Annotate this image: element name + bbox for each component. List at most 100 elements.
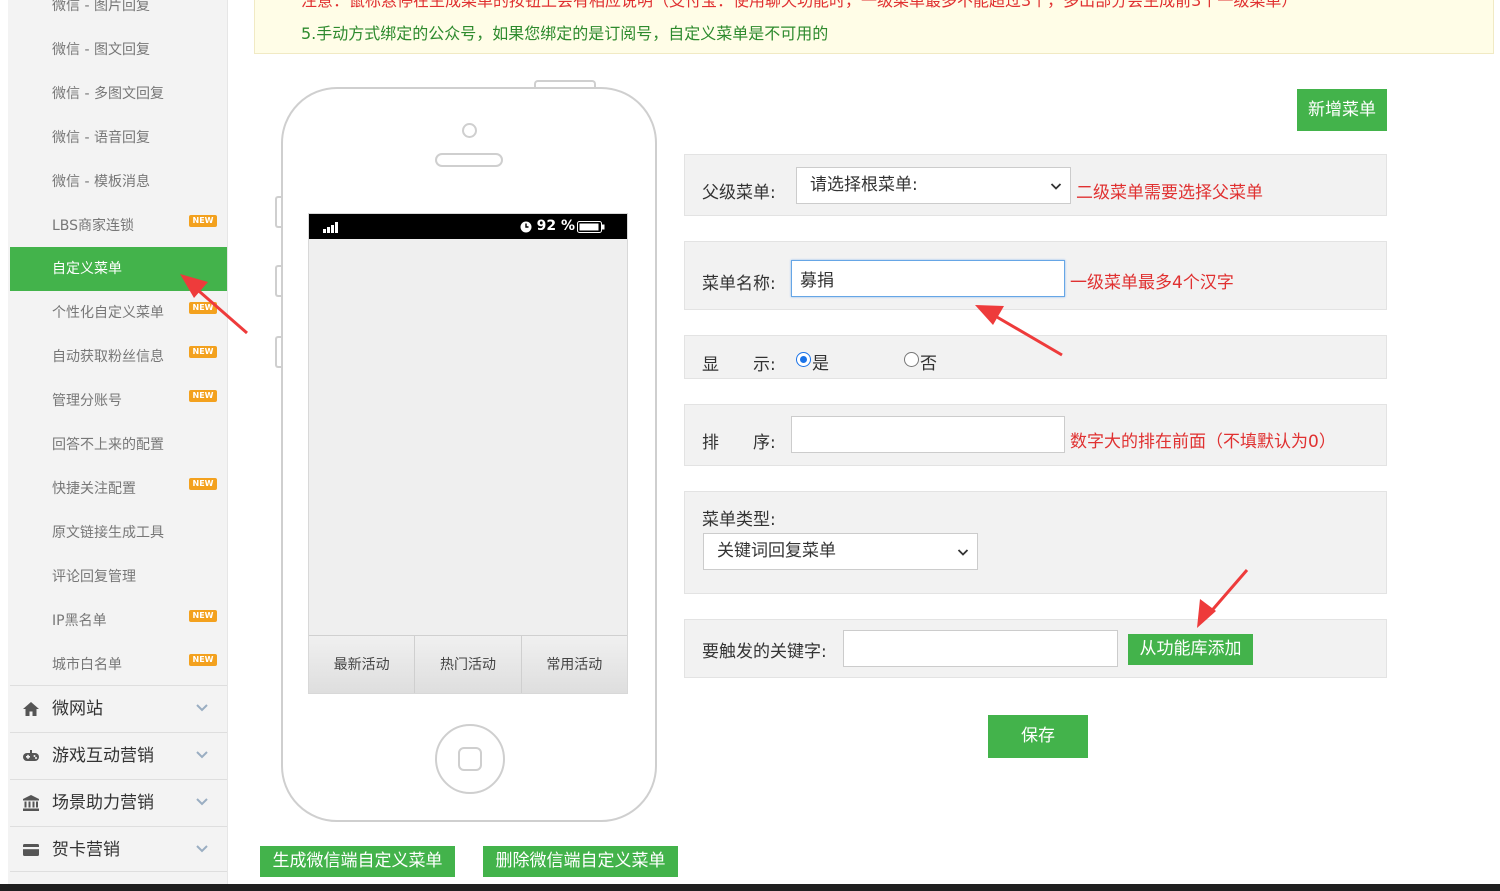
sidebar-item[interactable]: 评论回复管理 (10, 555, 227, 599)
chevron-down-icon (196, 704, 208, 712)
sidebar-item[interactable]: 微信 - 图片回复 (10, 0, 227, 28)
sidebar-item[interactable]: 自动获取粉丝信息 NEW (10, 335, 227, 379)
notice-line: 5.手动方式绑定的公众号，如果您绑定的是订阅号，自定义菜单是不可用的 (301, 24, 829, 43)
parent-menu-select[interactable]: 请选择根菜单: (796, 167, 1071, 204)
chevron-down-icon (196, 751, 208, 759)
menu-name-hint: 一级菜单最多4个汉字 (1070, 273, 1234, 293)
sidebar-item[interactable]: 原文链接生成工具 (10, 511, 227, 555)
parent-menu-hint: 二级菜单需要选择父菜单 (1076, 183, 1263, 203)
chevron-down-icon (1050, 183, 1062, 190)
phone-home-square (458, 747, 482, 771)
sidebar-item[interactable]: 个性化自定义菜单 NEW (10, 291, 227, 335)
phone-status-bar: 92 % (309, 214, 627, 239)
order-hint: 数字大的排在前面（不填默认为0） (1070, 432, 1336, 452)
sidebar-item-label: 城市白名单 (52, 656, 122, 673)
phone-screen: 92 % 最新活动 热门活动 常用活动 (308, 213, 628, 694)
new-badge: NEW (189, 653, 217, 666)
sidebar-group-label: 游戏互动营销 (52, 746, 154, 766)
sidebar-group-game-marketing[interactable]: 游戏互动营销 (10, 732, 227, 778)
sidebar-item[interactable]: IP黑名单 NEW (10, 599, 227, 643)
order-input[interactable] (791, 416, 1065, 453)
sidebar-item-active[interactable]: 自定义菜单 (10, 247, 227, 292)
sidebar-item-label: 个性化自定义菜单 (52, 305, 164, 322)
new-badge: NEW (189, 609, 217, 622)
sidebar-item-label: LBS商家连锁 (52, 217, 135, 234)
phone-menu-item-hot[interactable]: 热门活动 (415, 636, 522, 693)
sidebar-item-label: 微信 - 图文回复 (52, 41, 150, 58)
phone-camera (462, 123, 477, 138)
order-label: 排 序: (702, 433, 776, 453)
new-badge: NEW (189, 214, 217, 227)
new-badge: NEW (189, 390, 217, 403)
signal-icon (323, 222, 338, 233)
sidebar-item[interactable]: 微信 - 模板消息 (10, 160, 227, 204)
display-no-radio[interactable] (904, 352, 919, 367)
sidebar-item-label: 自定义菜单 (52, 261, 122, 278)
battery-icon (577, 221, 605, 233)
sidebar-menu: 微信 - 图片回复 微信 - 图文回复 微信 - 多图文回复 微信 - 语音回复 微信 … (8, 0, 227, 891)
sidebar-item-label: 快捷关注配置 (52, 480, 136, 497)
sidebar-item-label: 回答不上来的配置 (52, 437, 164, 453)
menu-type-select[interactable]: 关键词回复菜单 (703, 533, 978, 570)
new-badge: NEW (189, 477, 217, 490)
phone-menu-item-latest[interactable]: 最新活动 (309, 636, 416, 693)
sidebar-item-label: 微信 - 多图文回复 (52, 85, 164, 102)
sidebar-item[interactable]: 微信 - 语音回复 (10, 116, 227, 160)
sidebar-item-label: 微信 - 图片回复 (52, 0, 150, 14)
display-label: 显 示: (702, 355, 776, 375)
form-row-keyword: 要触发的关键字: 从功能库添加 (684, 619, 1387, 678)
display-no-label: 否 (920, 354, 937, 374)
sidebar-item-label: 原文链接生成工具 (52, 524, 164, 541)
new-badge: NEW (189, 302, 217, 315)
sidebar-group-label: 贺卡营销 (52, 840, 120, 860)
sidebar-item-label: 自动获取粉丝信息 (52, 349, 164, 366)
save-button[interactable]: 保存 (988, 715, 1088, 758)
phone-speaker (435, 153, 503, 167)
sidebar-group-scene-marketing[interactable]: 场景助力营销 (10, 779, 227, 825)
form-row-type: 菜单类型: 关键词回复菜单 (684, 491, 1387, 594)
sidebar-item[interactable]: 快捷关注配置 NEW (10, 467, 227, 511)
sidebar-group-label: 微网站 (52, 699, 103, 719)
generate-wechat-menu-button[interactable]: 生成微信端自定义菜单 (260, 846, 455, 877)
sidebar-item-label: 微信 - 模板消息 (52, 173, 150, 190)
chevron-down-icon (957, 549, 969, 556)
sidebar-item[interactable]: 回答不上来的配置 (10, 423, 227, 467)
parent-menu-label: 父级菜单: (702, 183, 776, 203)
gamepad-icon (23, 750, 39, 761)
sidebar-item-label: 管理分账号 (52, 393, 122, 410)
sidebar-item[interactable]: 城市白名单 NEW (10, 643, 227, 687)
sidebar-item[interactable]: 微信 - 图文回复 (10, 28, 227, 72)
form-row-order: 排 序: 数字大的排在前面（不填默认为0） (684, 404, 1387, 466)
phone-home-button (435, 724, 505, 794)
phone-menu-item-common[interactable]: 常用活动 (521, 636, 627, 693)
sidebar-group-micro-site[interactable]: 微网站 (10, 685, 227, 731)
form-row-parent: 父级菜单: 请选择根菜单: 二级菜单需要选择父菜单 (684, 154, 1387, 216)
phone-menu-bar: 最新活动 热门活动 常用活动 (309, 635, 627, 693)
keyword-label: 要触发的关键字: (702, 642, 827, 662)
card-icon (23, 844, 39, 856)
notice-box: 注意：鼠标悬停在生成菜单的按钮上会有相应说明（支付宝：使用聊天功能时，一级菜单最… (254, 0, 1494, 54)
display-yes-label: 是 (812, 354, 829, 374)
horizontal-scrollbar[interactable] (0, 884, 1500, 891)
form-row-name: 菜单名称: 一级菜单最多4个汉字 (684, 241, 1387, 310)
menu-type-value: 关键词回复菜单 (717, 541, 836, 561)
clock-icon (520, 221, 532, 233)
sidebar-group-card-marketing[interactable]: 贺卡营销 (10, 826, 227, 872)
sidebar-item-label: IP黑名单 (52, 612, 107, 629)
sidebar-item-label: 微信 - 语音回复 (52, 129, 150, 146)
add-from-library-button[interactable]: 从功能库添加 (1128, 634, 1253, 665)
keyword-input[interactable] (843, 630, 1118, 667)
chevron-down-icon (196, 798, 208, 806)
menu-name-label: 菜单名称: (702, 274, 776, 294)
sidebar-item[interactable]: 管理分账号 NEW (10, 379, 227, 423)
delete-wechat-menu-button[interactable]: 删除微信端自定义菜单 (483, 846, 678, 877)
add-menu-button[interactable]: 新增菜单 (1297, 89, 1387, 131)
sidebar-group-label: 场景助力营销 (52, 793, 154, 813)
sidebar-item[interactable]: 微信 - 多图文回复 (10, 72, 227, 116)
form-row-display: 显 示: 是 否 (684, 335, 1387, 379)
battery-level: 92 % (536, 218, 575, 234)
menu-name-input[interactable] (791, 260, 1065, 297)
display-yes-radio[interactable] (796, 352, 811, 367)
sidebar-item[interactable]: LBS商家连锁 NEW (10, 204, 227, 248)
parent-menu-value: 请选择根菜单: (810, 175, 918, 195)
